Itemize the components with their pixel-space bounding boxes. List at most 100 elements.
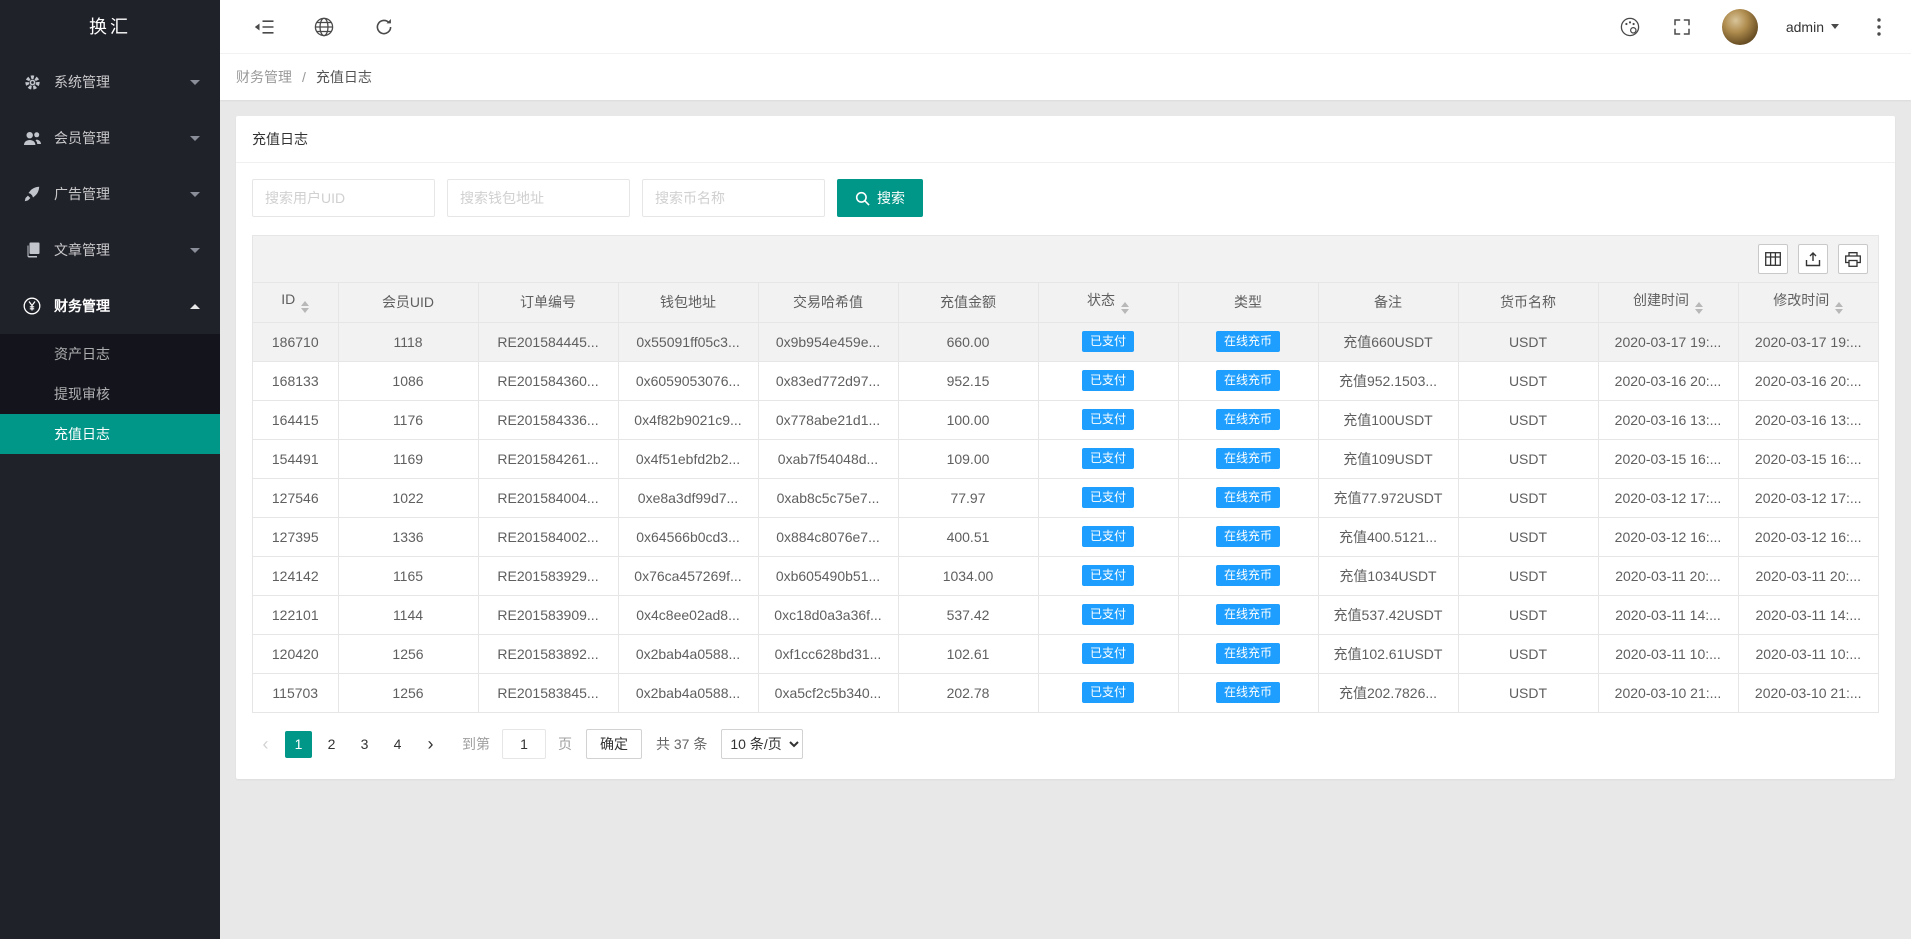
filter-columns-button[interactable] — [1758, 244, 1788, 274]
refresh-icon[interactable] — [372, 15, 396, 39]
cell-wallet: 0x64566b0cd3... — [618, 517, 758, 556]
column-header-status[interactable]: 状态 — [1038, 283, 1178, 322]
cell-created: 2020-03-11 14:... — [1598, 595, 1738, 634]
search-uid-input[interactable] — [252, 179, 435, 217]
sidebar-item-label: 财务管理 — [54, 296, 190, 316]
cell-status: 已支付 — [1038, 322, 1178, 361]
pagination-prev[interactable]: ‹ — [252, 731, 279, 758]
column-header-tx_hash: 交易哈希值 — [758, 283, 898, 322]
cell-currency: USDT — [1458, 400, 1598, 439]
status-badge: 已支付 — [1082, 604, 1134, 625]
cell-id: 154491 — [253, 439, 338, 478]
users-icon — [22, 131, 42, 146]
search-wallet-input[interactable] — [447, 179, 630, 217]
chevron-down-icon — [190, 248, 200, 253]
export-button[interactable] — [1798, 244, 1828, 274]
cell-tx_hash: 0x884c8076e7... — [758, 517, 898, 556]
cell-order_no: RE201584445... — [478, 322, 618, 361]
sidebar-item-2[interactable]: 广告管理 — [0, 166, 220, 222]
type-badge: 在线充币 — [1216, 487, 1280, 508]
cell-created: 2020-03-11 10:... — [1598, 634, 1738, 673]
topbar-right: admin — [1618, 9, 1891, 45]
breadcrumb-item-finance[interactable]: 财务管理 — [236, 67, 292, 87]
cell-remark: 充值537.42USDT — [1318, 595, 1458, 634]
cell-type: 在线充币 — [1178, 595, 1318, 634]
cell-type: 在线充币 — [1178, 478, 1318, 517]
gear-icon — [22, 74, 42, 91]
type-badge: 在线充币 — [1216, 682, 1280, 703]
cell-amount: 952.15 — [898, 361, 1038, 400]
cell-created: 2020-03-10 21:... — [1598, 673, 1738, 712]
cell-id: 127395 — [253, 517, 338, 556]
sidebar-subitem[interactable]: 提现审核 — [0, 374, 220, 414]
cell-amount: 202.78 — [898, 673, 1038, 712]
export-icon — [1805, 252, 1821, 267]
cell-uid: 1176 — [338, 400, 478, 439]
cell-wallet: 0x55091ff05c3... — [618, 322, 758, 361]
content: 充值日志 搜索 ID会员UID订单编号钱包地址交易哈希值充值金额状态类型备 — [220, 100, 1911, 939]
page-size-select[interactable]: 10 条/页 — [721, 729, 803, 759]
column-label: 充值金额 — [940, 294, 996, 310]
pagination-page-1[interactable]: 1 — [285, 731, 312, 758]
cell-tx_hash: 0xab8c5c75e7... — [758, 478, 898, 517]
search-button-label: 搜索 — [877, 188, 905, 208]
kebab-menu-icon[interactable] — [1867, 15, 1891, 39]
cell-currency: USDT — [1458, 595, 1598, 634]
avatar[interactable] — [1722, 9, 1758, 45]
cell-amount: 537.42 — [898, 595, 1038, 634]
sort-icon[interactable] — [1695, 302, 1703, 314]
cell-remark: 充值109USDT — [1318, 439, 1458, 478]
search-coin-input[interactable] — [642, 179, 825, 217]
cell-order_no: RE201583909... — [478, 595, 618, 634]
cell-amount: 102.61 — [898, 634, 1038, 673]
pagination-page-3[interactable]: 3 — [351, 731, 378, 758]
cell-remark: 充值202.7826... — [1318, 673, 1458, 712]
cell-uid: 1256 — [338, 634, 478, 673]
column-header-modified[interactable]: 修改时间 — [1738, 283, 1878, 322]
status-badge: 已支付 — [1082, 409, 1134, 430]
column-header-order_no: 订单编号 — [478, 283, 618, 322]
search-button[interactable]: 搜索 — [837, 179, 923, 217]
sidebar-item-0[interactable]: 系统管理 — [0, 54, 220, 110]
column-header-id[interactable]: ID — [253, 283, 338, 322]
jump-page-input[interactable] — [502, 729, 546, 759]
sidebar-item-4[interactable]: 财务管理 — [0, 278, 220, 334]
cell-currency: USDT — [1458, 556, 1598, 595]
palette-icon[interactable] — [1618, 15, 1642, 39]
cell-type: 在线充币 — [1178, 634, 1318, 673]
sidebar-item-3[interactable]: 文章管理 — [0, 222, 220, 278]
jump-confirm-button[interactable]: 确定 — [586, 729, 642, 759]
table-header-row: ID会员UID订单编号钱包地址交易哈希值充值金额状态类型备注货币名称创建时间修改… — [253, 283, 1878, 322]
cell-id: 120420 — [253, 634, 338, 673]
column-header-created[interactable]: 创建时间 — [1598, 283, 1738, 322]
type-badge: 在线充币 — [1216, 604, 1280, 625]
column-label: 交易哈希值 — [793, 294, 863, 310]
cell-type: 在线充币 — [1178, 322, 1318, 361]
table-row: 1544911169RE201584261...0x4f51ebfd2b2...… — [253, 439, 1878, 478]
sort-icon[interactable] — [1835, 302, 1843, 314]
sort-icon[interactable] — [1121, 302, 1129, 314]
user-menu[interactable]: admin — [1786, 19, 1839, 35]
fullscreen-icon[interactable] — [1670, 15, 1694, 39]
recharge-table: ID会员UID订单编号钱包地址交易哈希值充值金额状态类型备注货币名称创建时间修改… — [253, 283, 1878, 712]
sort-icon[interactable] — [301, 301, 309, 313]
sidebar-nav: 系统管理会员管理广告管理文章管理财务管理资产日志提现审核充值日志 — [0, 54, 220, 454]
column-header-uid: 会员UID — [338, 283, 478, 322]
sidebar-subitem[interactable]: 资产日志 — [0, 334, 220, 374]
column-header-remark: 备注 — [1318, 283, 1458, 322]
pagination-page-2[interactable]: 2 — [318, 731, 345, 758]
status-badge: 已支付 — [1082, 526, 1134, 547]
column-header-currency: 货币名称 — [1458, 283, 1598, 322]
sidebar-subitem-selected[interactable]: 充值日志 — [0, 414, 220, 454]
status-badge: 已支付 — [1082, 448, 1134, 469]
globe-icon[interactable] — [312, 15, 336, 39]
chevron-down-icon — [190, 80, 200, 85]
pagination-next[interactable]: › — [417, 731, 444, 758]
print-button[interactable] — [1838, 244, 1868, 274]
collapse-menu-icon[interactable] — [252, 15, 276, 39]
chevron-down-icon — [190, 192, 200, 197]
sidebar-item-1[interactable]: 会员管理 — [0, 110, 220, 166]
cell-currency: USDT — [1458, 517, 1598, 556]
cell-id: 115703 — [253, 673, 338, 712]
pagination-page-4[interactable]: 4 — [384, 731, 411, 758]
